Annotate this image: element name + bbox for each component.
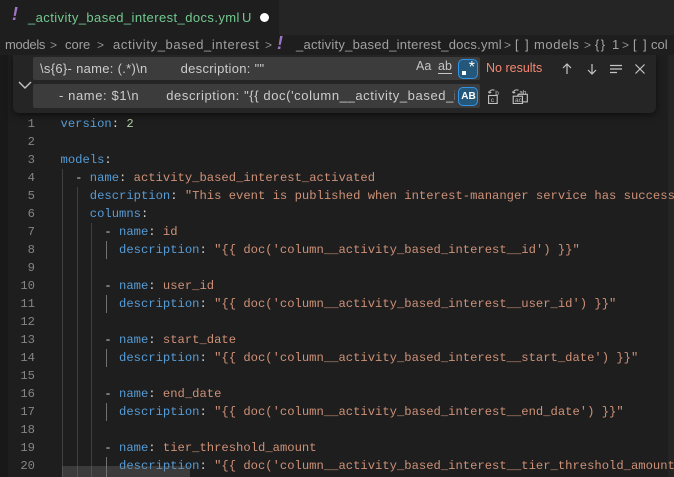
svg-text:ab: ab: [519, 90, 527, 97]
svg-text:c: c: [491, 97, 495, 104]
svg-text:ac: ac: [515, 97, 523, 104]
